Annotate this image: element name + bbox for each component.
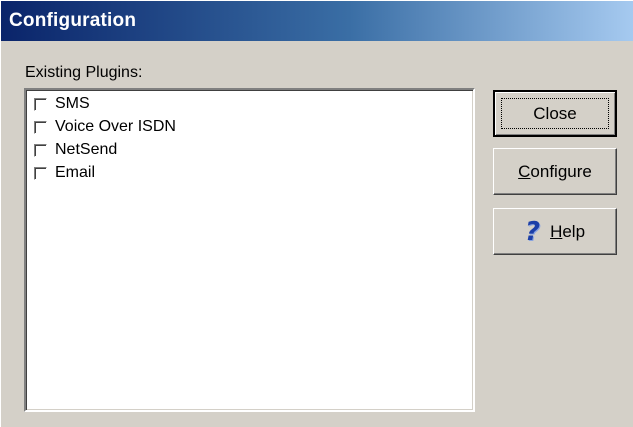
- help-button[interactable]: ? Help: [493, 208, 617, 255]
- help-label-rest: elp: [562, 221, 586, 241]
- close-button[interactable]: Close: [493, 90, 617, 137]
- configure-mnemonic: C: [518, 161, 531, 181]
- window-title: Configuration: [9, 10, 137, 31]
- existing-plugins-label: Existing Plugins:: [25, 64, 143, 81]
- netsend-checkbox[interactable]: [34, 143, 47, 157]
- voice-over-isdn-checkbox[interactable]: [34, 120, 47, 134]
- help-mnemonic: H: [550, 221, 563, 241]
- help-button-label: Help: [550, 222, 585, 242]
- plugins-listbox[interactable]: SMS Voice Over ISDN NetSend Email: [24, 88, 475, 412]
- list-item-email[interactable]: Email: [34, 162, 95, 184]
- configure-button-label: Configure: [518, 162, 592, 182]
- list-item-voice-over-isdn[interactable]: Voice Over ISDN: [34, 116, 176, 138]
- list-item-sms[interactable]: SMS: [34, 93, 90, 115]
- configuration-dialog: Configuration Existing Plugins: SMS Voic…: [0, 0, 633, 427]
- email-checkbox[interactable]: [34, 166, 47, 180]
- title-bar[interactable]: Configuration: [1, 1, 633, 41]
- close-button-label: Close: [533, 103, 577, 123]
- list-item-label: Voice Over ISDN: [55, 118, 176, 135]
- question-mark-icon: ?: [524, 216, 541, 247]
- configure-button[interactable]: Configure: [493, 148, 617, 195]
- configure-label-rest: onfigure: [530, 161, 592, 181]
- list-item-label: SMS: [55, 95, 90, 112]
- list-item-label: NetSend: [55, 141, 118, 158]
- sms-checkbox[interactable]: [34, 97, 47, 111]
- list-item-netsend[interactable]: NetSend: [34, 139, 117, 161]
- list-item-label: Email: [55, 164, 96, 181]
